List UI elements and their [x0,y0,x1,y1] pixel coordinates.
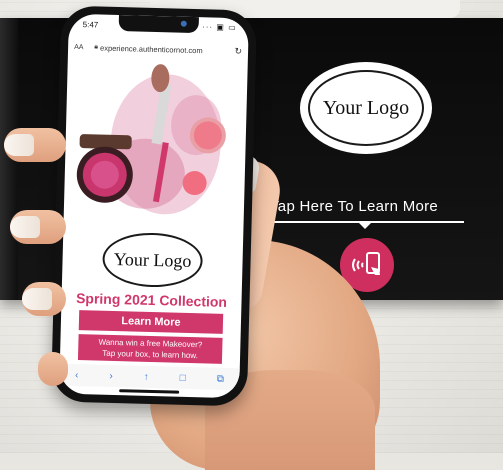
promo-line-2: Tap your box, to learn how. [102,348,199,361]
lock-icon: 🔒︎ [94,43,99,51]
promo-banner[interactable]: Wanna win a free Makeover? Tap your box,… [77,334,223,364]
back-icon[interactable]: ‹ [75,369,79,380]
phone-screen: 5:47 ··· ▣ ▭ AA 🔒︎ experience.authentico… [59,13,249,399]
reload-icon[interactable]: ↻ [230,45,242,56]
fingernail-1 [4,134,34,156]
box-logo-text: Your Logo [308,70,424,146]
status-time: 5:47 [82,20,99,30]
status-bar: 5:47 ··· ▣ ▭ [68,14,248,39]
bookmarks-icon[interactable]: □ [180,372,186,383]
browser-toolbar: ‹ › ↑ □ ⧉ [59,363,240,391]
tabs-icon[interactable]: ⧉ [217,373,224,384]
fingernail-3 [22,288,52,310]
tap-pointer [357,221,373,229]
collection-title: Spring 2021 Collection [75,289,228,310]
brand-logo-text: Your Logo [101,231,204,289]
learn-more-button[interactable]: Learn More [78,310,224,334]
share-icon[interactable]: ↑ [144,371,149,382]
browser-address-bar[interactable]: AA 🔒︎ experience.authenticornot.com ↻ [74,38,242,60]
smartphone: 5:47 ··· ▣ ▭ AA 🔒︎ experience.authentico… [50,5,258,407]
url-text[interactable]: experience.authenticornot.com [100,43,230,55]
brand-logo: Your Logo [97,228,208,292]
makeup-illustration [76,64,226,215]
home-indicator [119,389,180,394]
text-size-button[interactable]: AA [74,43,92,50]
fingernail-2 [10,216,40,238]
makeup-artwork [74,62,238,221]
status-icons: ··· ▣ ▭ [202,22,237,33]
forward-icon[interactable]: › [109,370,113,381]
tap-here-label: Tap Here To Learn More [270,198,439,215]
nfc-tap-icon [352,252,380,275]
box-logo: Your Logo [300,62,432,154]
finger-4 [38,352,68,386]
